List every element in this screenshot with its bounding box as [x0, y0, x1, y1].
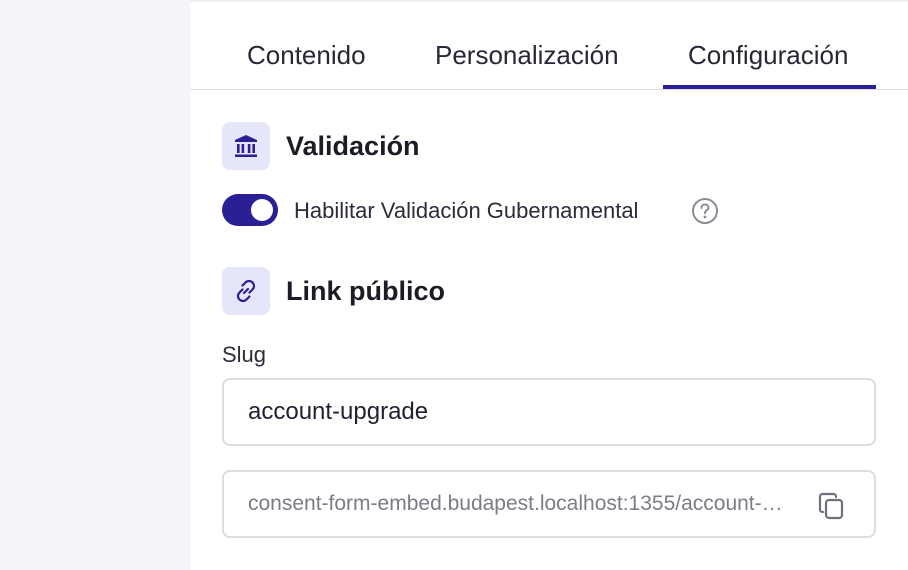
bank-icon: [222, 122, 270, 170]
link-icon: [222, 267, 270, 315]
public-url-field: consent-form-embed.budapest.localhost:13…: [222, 470, 876, 538]
validation-section-title: Validación: [286, 131, 420, 161]
tab-configuracion[interactable]: Configuración: [688, 40, 848, 71]
active-tab-indicator: [663, 85, 876, 89]
public-url-text: consent-form-embed.budapest.localhost:13…: [248, 492, 788, 515]
tab-bar: Contenido Personalización Configuración: [190, 0, 908, 90]
government-validation-label: Habilitar Validación Gubernamental: [294, 198, 639, 223]
slug-label: Slug: [222, 342, 267, 367]
slug-input[interactable]: [222, 378, 876, 446]
left-pane: [0, 0, 190, 570]
settings-panel: Contenido Personalización Configuración …: [190, 0, 908, 570]
tab-personalizacion[interactable]: Personalización: [435, 40, 619, 71]
help-circle-icon[interactable]: [691, 197, 719, 225]
public-link-section-title: Link público: [286, 276, 445, 306]
toggle-knob: [251, 199, 273, 221]
tab-contenido[interactable]: Contenido: [247, 40, 366, 71]
copy-icon[interactable]: [816, 490, 848, 522]
government-validation-toggle[interactable]: [222, 194, 278, 226]
